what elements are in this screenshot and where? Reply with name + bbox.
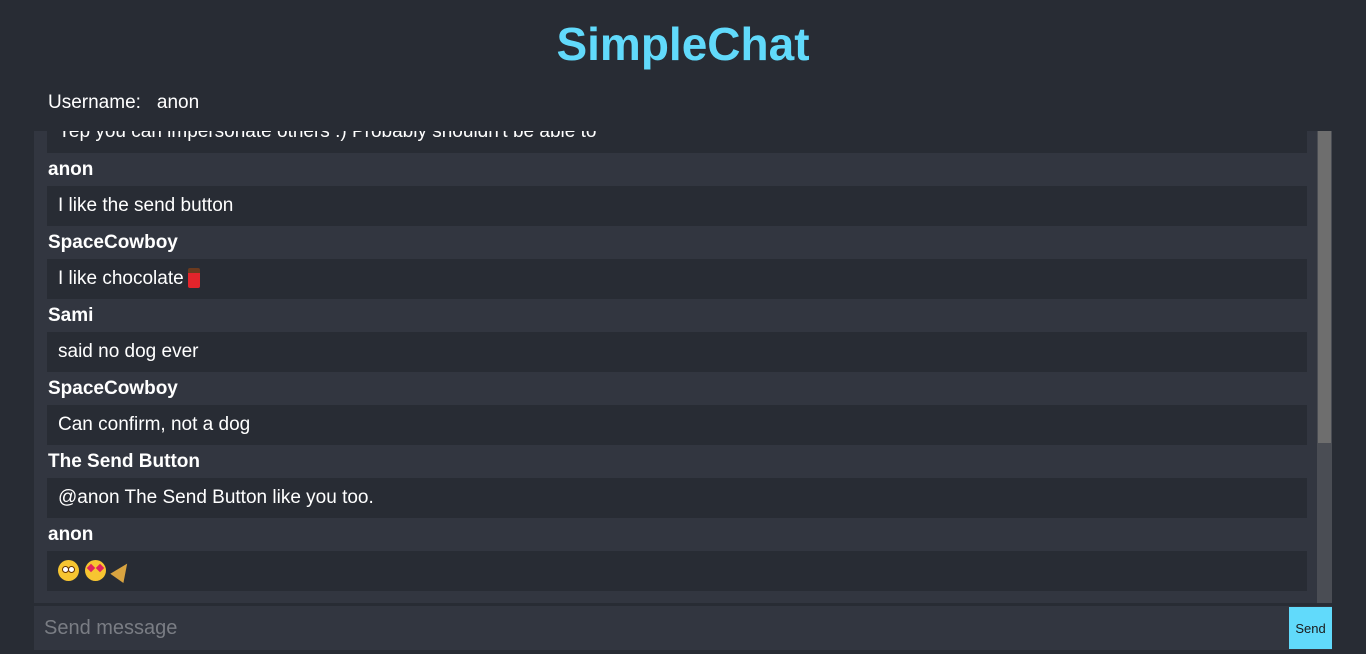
message-list-content: Yep you can impersonate others :) Probab… (34, 131, 1317, 591)
message-list[interactable]: Yep you can impersonate others :) Probab… (34, 131, 1332, 603)
message-author: The Send Button (48, 451, 200, 472)
message-input[interactable] (34, 606, 1289, 650)
message-text: said no dog ever (47, 332, 1307, 372)
username-row: Username: (48, 89, 357, 117)
message-text: I like chocolate (58, 268, 184, 289)
message-text: Yep you can impersonate others :) Probab… (47, 131, 1307, 153)
party-popper-icon (110, 559, 134, 583)
message-text: I like the send button (47, 186, 1307, 226)
message-composer: Send (34, 606, 1332, 650)
send-button[interactable]: Send (1289, 607, 1332, 649)
message-text: @anon The Send Button like you too. (47, 478, 1307, 518)
message-author: anon (48, 159, 94, 180)
message-item (47, 551, 1307, 591)
message-author: SpaceCowboy (48, 378, 178, 399)
scrollbar-thumb[interactable] (1318, 131, 1331, 443)
username-label: Username: (48, 92, 141, 113)
message-author: SpaceCowboy (48, 232, 178, 253)
flushed-face-icon (58, 560, 79, 581)
username-input[interactable] (156, 92, 357, 114)
chocolate-bar-icon (187, 268, 200, 288)
message-list-scrollbar[interactable] (1317, 131, 1332, 603)
message-item: I like chocolate (47, 259, 1307, 299)
app-title: SimpleChat (556, 18, 810, 70)
message-author: Sami (48, 305, 94, 326)
message-text: Can confirm, not a dog (47, 405, 1307, 445)
simplechat-app: SimpleChat Username: Yep you can imperso… (0, 0, 1366, 654)
message-author: anon (48, 524, 94, 545)
heart-eyes-face-icon (85, 560, 106, 581)
